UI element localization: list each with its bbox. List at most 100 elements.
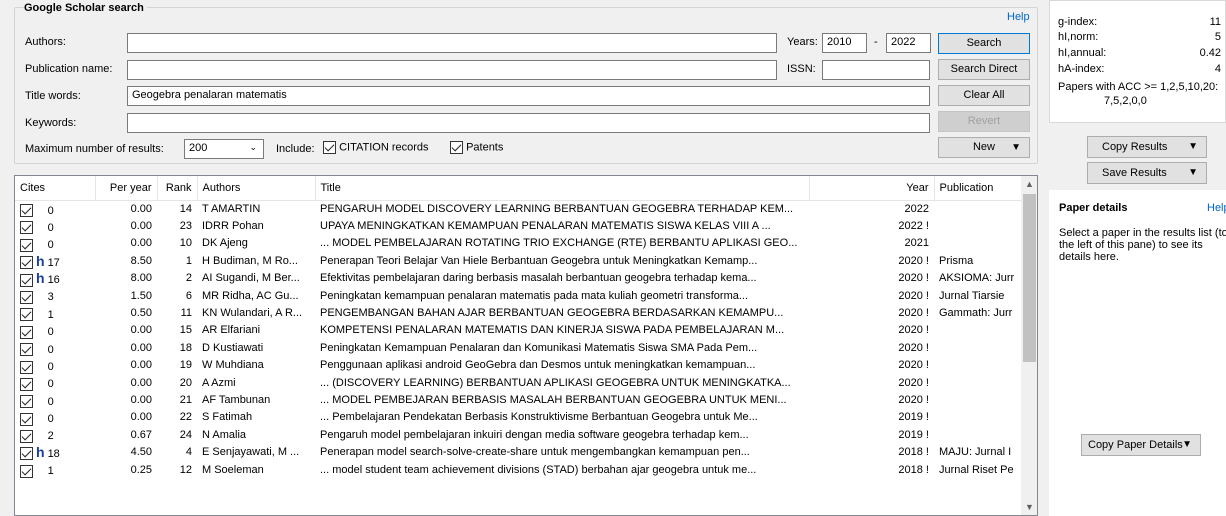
table-row[interactable]: h3 1.50 6 MR Ridha, AC Gu... Peningkatan kem… [15,287,1021,304]
save-results-button[interactable]: Save Results ▼ [1087,162,1207,184]
authors-cell: MR Ridha, AC Gu... [202,289,299,302]
search-direct-button[interactable]: Search Direct [938,59,1030,80]
year-cell: 2022 [904,202,929,215]
cites-value: 16 [47,273,60,286]
per-year-cell: 0.00 [130,202,152,215]
row-checkbox[interactable] [20,290,33,304]
include-label: Include: [276,143,315,155]
copy-paper-details-button[interactable]: Copy Paper Details ▼ [1081,434,1201,456]
patents-checkbox[interactable]: Patents [450,141,503,154]
year-from-input[interactable]: 2010 [822,33,867,53]
year-cell: 2018 ! [898,446,929,459]
scroll-up-icon[interactable]: ▲ [1025,179,1034,189]
table-row[interactable]: h 18 4.50 4 E Senjayawati, M ... Penerapan mo… [15,443,1021,461]
table-row[interactable]: h 16 8.00 2 AI Sugandi, M Ber... Efektivitas … [15,270,1021,287]
citation-records-checkbox[interactable]: CITATION records [323,141,429,154]
cites-value: 0 [47,239,54,252]
results-scrollbar[interactable]: ▲ ▼ [1021,176,1037,515]
row-checkbox[interactable] [20,238,33,252]
row-checkbox[interactable] [20,377,33,391]
per-year-cell: 0.00 [130,341,152,354]
table-row[interactable]: h0 0.00 23 IDRR Pohan UPAYA MENINGKATKAN KEM… [15,217,1021,235]
per-year-cell: 8.50 [130,254,152,267]
title-cell: UPAYA MENINGKATKAN KEMAMPUAN PENALARAN M… [320,220,771,233]
metric-value: 4 [1214,63,1221,75]
column-header[interactable]: Publication [934,176,1022,201]
table-row[interactable]: h2 0.67 24 N Amalia Pengaruh model pembelaja… [15,426,1021,444]
column-header[interactable]: Per year [95,176,158,201]
cites-cell: h2 [15,426,95,444]
column-header[interactable]: Cites [15,176,96,201]
scroll-down-icon[interactable]: ▼ [1025,502,1034,512]
year-cell: 2020 ! [898,324,929,337]
copy-results-button[interactable]: Copy Results ▼ [1087,136,1207,158]
results-table[interactable]: Cites Per year Rank Authors Title Year Publica… [14,175,1038,516]
table-row[interactable]: h0 0.00 18 D Kustiawati Peningkatan Kemampua… [15,339,1021,357]
patents-label: Patents [466,141,504,154]
row-checkbox[interactable] [20,430,33,444]
table-row[interactable]: h1 0.25 12 M Soeleman ... model student team… [15,461,1021,478]
row-checkbox[interactable] [20,221,33,235]
issn-input[interactable] [822,60,930,80]
table-row[interactable]: h1 0.50 11 KN Wulandari, A R... PENGEMBANGAN… [15,304,1021,322]
publication-name-input[interactable] [127,60,777,80]
details-help-link[interactable]: Help [1207,202,1226,214]
revert-button[interactable]: Revert [938,111,1030,132]
authors-cell: S Fatimah [202,411,253,424]
cites-value: 2 [47,430,54,443]
cites-cell: h0 [15,322,95,339]
authors-input[interactable] [127,33,777,53]
row-checkbox[interactable] [20,273,33,287]
per-year-cell: 1.50 [130,289,152,302]
row-checkbox[interactable] [20,204,33,218]
rank-cell: 6 [185,289,192,302]
row-checkbox[interactable] [20,412,33,426]
row-checkbox[interactable] [20,343,33,357]
year-to-input[interactable]: 2022 [886,33,931,53]
column-header[interactable]: Authors [197,176,316,201]
clear-all-button[interactable]: Clear All [938,85,1030,106]
table-row[interactable]: h0 0.00 10 DK Ajeng ... MODEL PEMBELAJARAN R… [15,235,1021,252]
column-header[interactable]: Year [809,176,935,201]
row-checkbox[interactable] [20,308,33,322]
row-checkbox[interactable] [20,464,33,478]
search-button[interactable]: Search [938,33,1030,54]
help-link[interactable]: Help [1007,11,1030,23]
cites-cell: h 16 [15,270,95,287]
publication-cell: Jurnal Riset Pe [939,463,1014,476]
row-checkbox[interactable] [20,447,33,461]
column-header[interactable]: Rank [157,176,198,201]
cites-value: 0 [47,395,54,408]
title-cell: Peningkatan kemampuan penalaran matemati… [320,289,749,302]
row-checkbox[interactable] [20,256,33,270]
title-words-input[interactable]: Geogebra penalaran matematis [127,86,930,106]
row-checkbox[interactable] [20,395,33,409]
publication-cell: Jurnal Tiarsie [939,289,1005,302]
cites-value: 0 [47,378,54,391]
publication-cell: Gammath: Jurr [939,307,1013,320]
scrollbar-thumb[interactable] [1023,194,1036,362]
rank-cell: 1 [185,254,192,267]
row-checkbox[interactable] [20,360,33,374]
publication-cell [934,409,1021,426]
max-results-select[interactable]: 200 ⌄ [184,139,264,159]
table-row[interactable]: h 17 8.50 1 H Budiman, M Ro... Penerapan Teor… [15,252,1021,270]
table-row[interactable]: h0 0.00 21 AF Tambunan ... MODEL PEMBEJARAN … [15,391,1021,409]
new-button[interactable]: New ▼ [938,137,1030,158]
title-cell: PENGARUH MODEL DISCOVERY LEARNING BERBAN… [320,202,794,215]
row-checkbox[interactable] [20,325,33,339]
column-header[interactable]: Title [315,176,810,201]
title-cell: Efektivitas pembelajaran daring berbasis… [320,272,757,285]
metric-label: hI,annual: [1058,47,1107,59]
dropdown-arrow-icon: ▼ [1188,141,1198,152]
publication-cell [934,374,1021,391]
per-year-cell: 0.25 [130,463,152,476]
table-row[interactable]: h0 0.00 19 W Muhdiana Penggunaan aplikasi an… [15,357,1021,374]
citation-records-label: CITATION records [339,141,429,154]
keywords-input[interactable] [127,113,930,133]
table-row[interactable]: h0 0.00 22 S Fatimah ... Pembelajaran Pendek… [15,409,1021,426]
table-row[interactable]: h0 0.00 20 A Azmi ... (DISCOVERY LEARNING) B… [15,374,1021,391]
title-cell: Peningkatan Kemampuan Penalaran dan Komu… [320,341,758,354]
table-row[interactable]: h0 0.00 15 AR Elfariani KOMPETENSI PENALARAN… [15,322,1021,339]
table-row[interactable]: h0 0.00 14 T AMARTIN PENGARUH MODEL DISCOVER… [15,200,1021,218]
